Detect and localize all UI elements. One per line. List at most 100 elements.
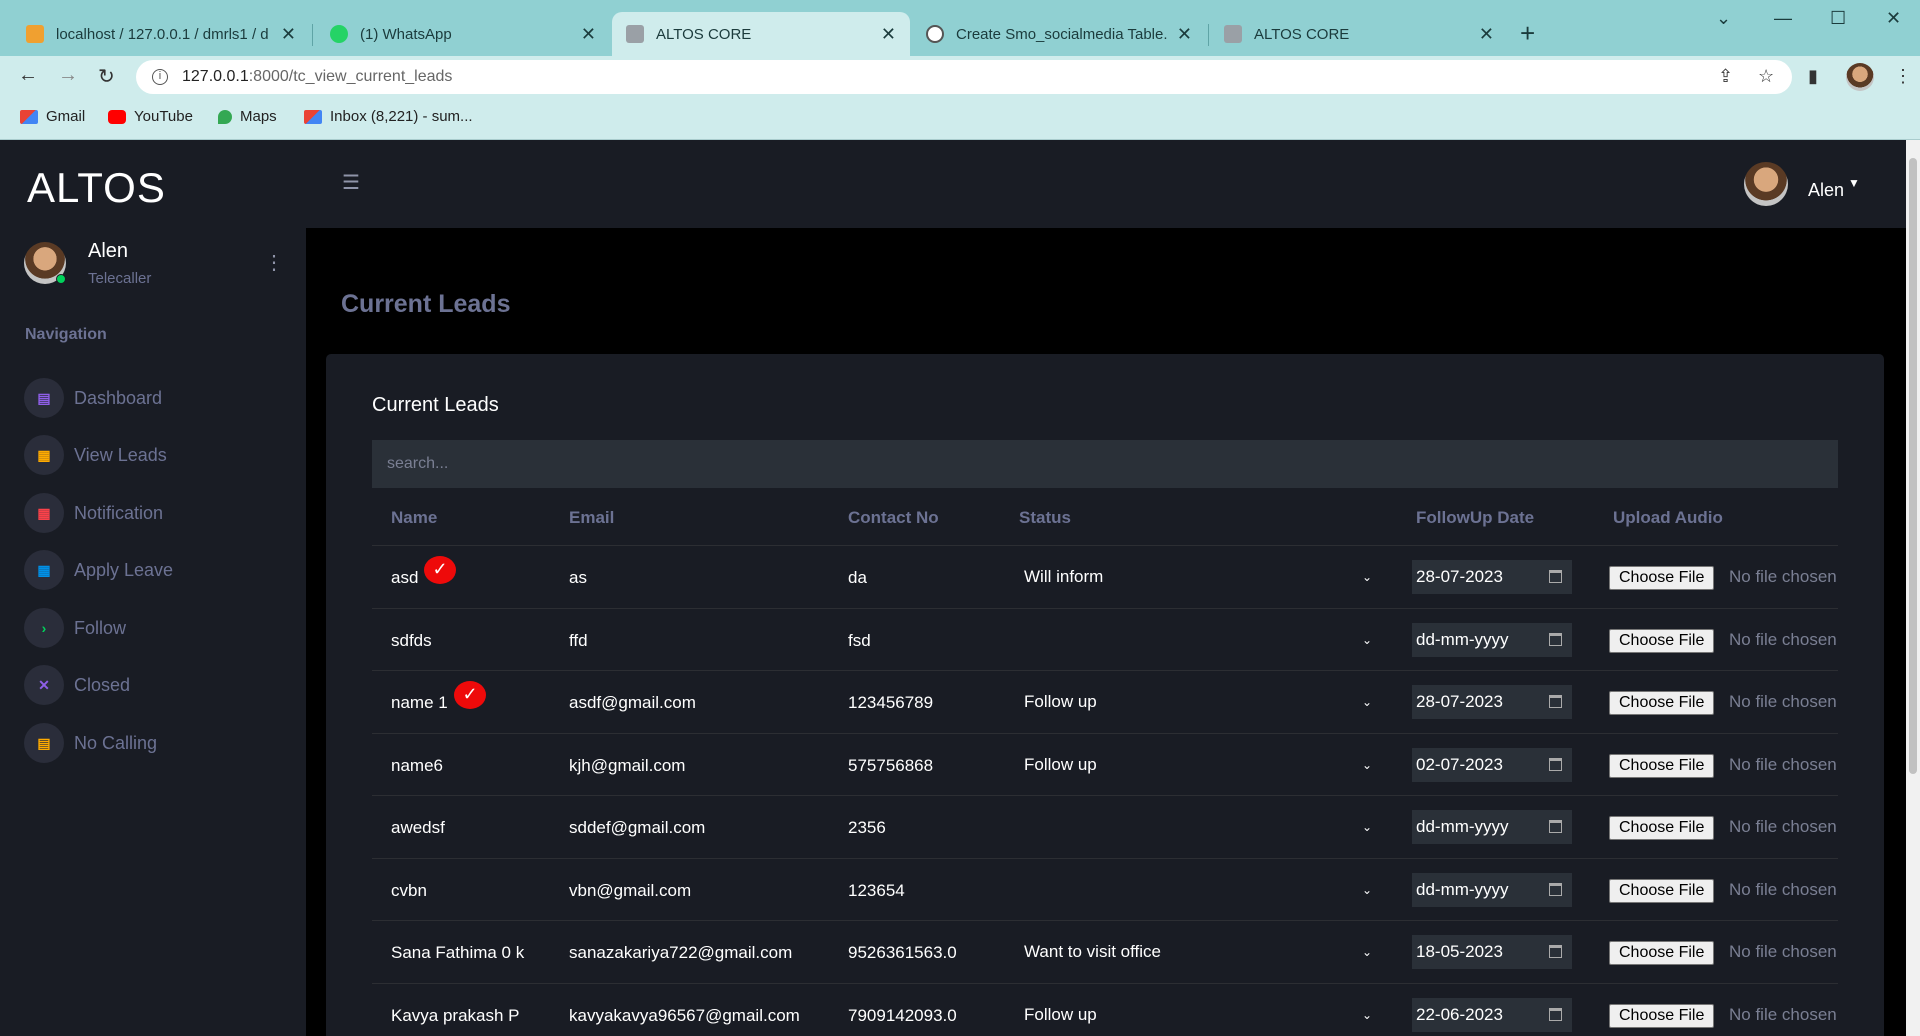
calendar-icon[interactable] [1549,570,1562,583]
sidebar-item-label: Dashboard [74,387,163,408]
lead-contact: 575756868 [848,755,934,775]
search-input[interactable] [372,440,1838,488]
bookmark-inbox[interactable]: Inbox (8,221) - sum... [304,108,473,125]
followup-date-input[interactable]: 28-07-2023 [1412,560,1572,594]
choose-file-button[interactable]: Choose File [1609,1003,1715,1028]
user-avatar[interactable] [1744,162,1788,206]
sidebar-item-apply-leave[interactable]: ▦ Apply Leave [24,548,284,592]
scrollbar-thumb[interactable] [1909,158,1917,774]
status-select[interactable]: Will inform ⌄ [1012,559,1372,595]
calendar-icon[interactable] [1549,695,1562,708]
profile-role: Telecaller [88,270,152,287]
tab-title: (1) WhatsApp [360,25,452,43]
bookmark-youtube[interactable]: YouTube [108,108,193,125]
status-select[interactable]: ⌄ [1012,622,1372,658]
brand-logo[interactable]: ALTOS [27,164,166,212]
reload-icon[interactable]: ↻ [98,64,115,89]
browser-tab-altos-core-active[interactable]: ALTOS CORE ✕ [612,12,910,56]
choose-file-button[interactable]: Choose File [1609,691,1715,715]
status-value: Follow up [1024,692,1097,711]
no-file-text: No file chosen [1729,817,1837,836]
date-value: 22-06-2023 [1416,1004,1503,1024]
table-header: Name Email Contact No Status FollowUp Da… [372,488,1838,546]
close-icon[interactable]: ✕ [1177,24,1192,45]
calendar-icon[interactable] [1549,632,1562,646]
bookmark-maps[interactable]: Maps [218,108,277,125]
minimize-icon[interactable]: — [1774,8,1792,29]
page-scrollbar[interactable] [1906,140,1920,1036]
close-icon[interactable]: ✕ [281,24,296,45]
sidebar-item-closed[interactable]: ✕ Closed [24,663,284,707]
followup-date-input[interactable]: dd-mm-yyyy [1412,622,1572,657]
status-select[interactable]: Follow up ⌄ [1012,997,1372,1033]
chatgpt-icon [926,25,944,43]
lead-name: sdfds [391,630,432,650]
back-icon[interactable]: ← [18,64,38,87]
choose-file-button[interactable]: Choose File [1609,941,1715,965]
site-info-icon[interactable]: i [152,69,168,85]
followup-date-input[interactable]: 02-07-2023 [1412,747,1572,782]
calendar-icon[interactable] [1549,757,1562,771]
lead-email: kavyakavya96567@gmail.com [569,1005,800,1025]
browser-tab-whatsapp[interactable]: (1) WhatsApp ✕ [316,12,610,56]
calendar-icon[interactable] [1549,820,1562,833]
close-icon[interactable]: ✕ [1479,24,1494,45]
status-select[interactable]: ⌄ [1012,872,1372,908]
browser-tab-chatgpt[interactable]: Create Smo_socialmedia Table. ✕ [912,12,1206,56]
sidebar-item-dashboard[interactable]: ▤ Dashboard [24,376,284,420]
window-close-icon[interactable]: ✕ [1886,8,1901,29]
close-icon[interactable]: ✕ [581,24,596,45]
chevron-right-icon: › [24,608,64,648]
followup-date-input[interactable]: 22-06-2023 [1412,997,1572,1032]
side-panel-icon[interactable]: ▮ [1808,66,1818,87]
new-tab-button[interactable]: + [1520,18,1535,49]
followup-date-input[interactable]: 28-07-2023 [1412,685,1572,719]
choose-file-button[interactable]: Choose File [1609,628,1715,653]
hamburger-icon[interactable]: ☰ [342,170,360,195]
grid-icon: ▦ [24,493,64,533]
status-select[interactable]: ⌄ [1012,809,1372,845]
maximize-icon[interactable]: ☐ [1830,8,1846,29]
calendar-icon[interactable] [1549,882,1562,896]
address-bar[interactable]: i 127.0.0.1:8000/tc_view_current_leads [136,60,1792,94]
calendar-icon[interactable] [1549,1007,1562,1021]
bookmark-star-icon[interactable]: ☆ [1758,66,1774,87]
followup-date-input[interactable]: dd-mm-yyyy [1412,810,1572,844]
calendar-icon[interactable] [1549,945,1562,958]
status-select[interactable]: Want to visit office ⌄ [1012,934,1372,970]
bookmark-label: Gmail [46,108,86,125]
forward-icon[interactable]: → [58,64,78,87]
status-select[interactable]: Follow up ⌄ [1012,747,1372,783]
sidebar-item-view-leads[interactable]: ▦ View Leads [24,433,284,477]
sidebar-item-follow[interactable]: › Follow [24,606,284,650]
date-value: 02-07-2023 [1416,754,1503,774]
followup-date-input[interactable]: dd-mm-yyyy [1412,872,1572,907]
status-select[interactable]: Follow up ⌄ [1012,684,1372,720]
close-icon[interactable]: ✕ [881,24,896,45]
bookmark-gmail[interactable]: Gmail [20,108,85,125]
followup-date-input[interactable]: 18-05-2023 [1412,935,1572,969]
browser-tab-altos-core[interactable]: ALTOS CORE ✕ [1210,12,1508,56]
choose-file-button[interactable]: Choose File [1609,878,1715,903]
tab-search-icon[interactable]: ⌄ [1716,8,1731,29]
sidebar-item-no-calling[interactable]: ▤ No Calling [24,721,284,765]
sidebar-item-notification[interactable]: ▦ Notification [24,491,284,535]
browser-profile-avatar[interactable] [1846,63,1874,91]
browser-tab-phpmyadmin[interactable]: localhost / 127.0.0.1 / dmrls1 / d ✕ [12,12,310,56]
chevron-down-icon: ⌄ [1361,757,1372,772]
profile-menu-icon[interactable]: ⋮ [264,250,284,275]
page-icon [626,25,644,43]
menu-dots-icon[interactable]: ⋮ [1894,66,1912,87]
choose-file-button[interactable]: Choose File [1609,753,1715,778]
no-file-text: No file chosen [1729,1004,1837,1024]
lead-email: vbn@gmail.com [569,880,692,900]
choose-file-button[interactable]: Choose File [1609,816,1715,840]
choose-file-button[interactable]: Choose File [1609,566,1715,590]
tab-title: Create Smo_socialmedia Table. [956,25,1168,43]
page-title: Current Leads [341,290,511,318]
caret-down-icon[interactable]: ▼ [1848,176,1860,190]
youtube-icon [108,109,126,124]
user-name[interactable]: Alen [1808,180,1844,201]
share-icon[interactable]: ⇪ [1718,66,1733,87]
browser-tab-bar: localhost / 127.0.0.1 / dmrls1 / d ✕ (1)… [0,0,1920,56]
